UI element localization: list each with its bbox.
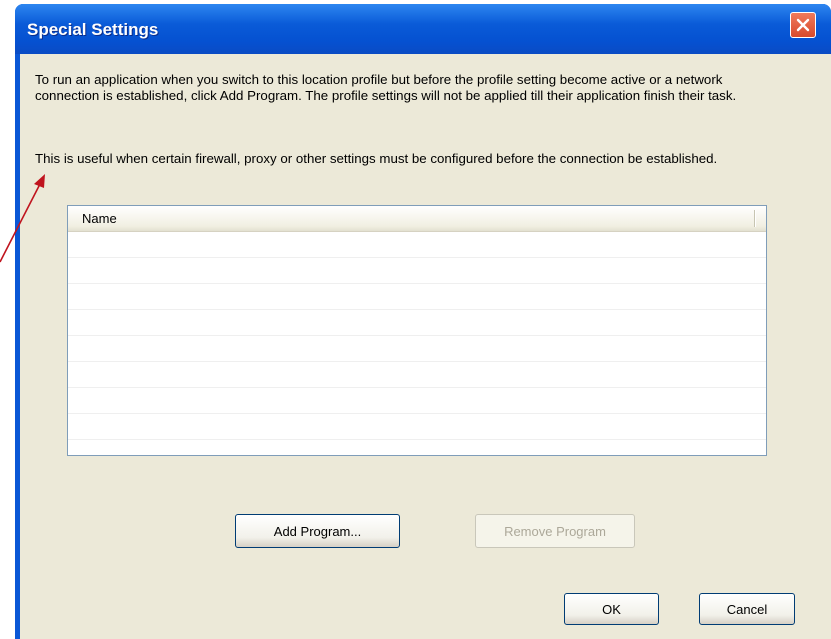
- dialog-content: To run an application when you switch to…: [20, 54, 831, 639]
- ok-button[interactable]: OK: [564, 593, 659, 625]
- annotation-arrow: [0, 174, 45, 263]
- add-program-button[interactable]: Add Program...: [235, 514, 400, 548]
- description-text-1: To run an application when you switch to…: [35, 72, 737, 103]
- list-row-divider: [68, 361, 766, 362]
- description-text-2: This is useful when certain firewall, pr…: [35, 151, 718, 166]
- list-row-divider: [68, 413, 766, 414]
- list-row-divider: [68, 309, 766, 310]
- list-row-divider: [68, 257, 766, 258]
- remove-program-button[interactable]: Remove Program: [475, 514, 635, 548]
- close-icon: [796, 18, 810, 32]
- list-row-divider: [68, 439, 766, 440]
- column-divider-highlight: [755, 210, 756, 227]
- list-row-divider: [68, 387, 766, 388]
- list-row-divider: [68, 283, 766, 284]
- close-button[interactable]: [790, 12, 816, 38]
- list-header: Name: [68, 206, 766, 232]
- cancel-button[interactable]: Cancel: [699, 593, 795, 625]
- dialog-window: Special Settings To run an application w…: [15, 4, 831, 639]
- column-header-name[interactable]: Name: [82, 211, 117, 226]
- title-bar[interactable]: Special Settings: [15, 4, 831, 54]
- program-list[interactable]: Name: [67, 205, 767, 456]
- list-row-divider: [68, 335, 766, 336]
